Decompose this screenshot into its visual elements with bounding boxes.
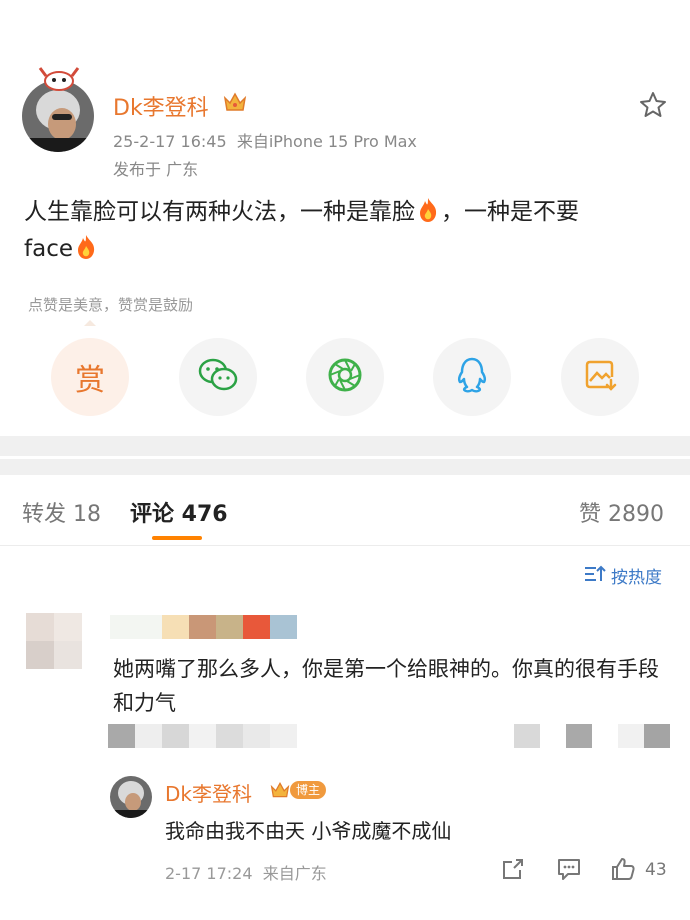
reward-button[interactable]: 赏	[51, 338, 129, 416]
post-meta: 25-2-17 16:45 来自iPhone 15 Pro Max	[113, 128, 417, 152]
sort-icon[interactable]	[584, 565, 606, 583]
commenter-avatar-blurred[interactable]	[26, 613, 82, 669]
post-text: 人生靠脸可以有两种火法，一种是靠脸 ，一种是不要 face	[24, 194, 664, 268]
post-source: 来自iPhone 15 Pro Max	[236, 132, 417, 151]
comment-meta-blurred	[108, 724, 297, 748]
reward-button-label: 赏	[75, 363, 105, 398]
tab-likes[interactable]: 赞 2890	[579, 496, 664, 528]
tab-forward[interactable]: 转发 18	[22, 496, 101, 528]
comment-actions-blurred	[514, 724, 670, 748]
crown-icon	[269, 780, 291, 800]
fire-emoji-icon	[75, 234, 97, 260]
post-text-part3: face	[24, 236, 73, 262]
reply-source: 来自广东	[262, 864, 327, 883]
thumbs-up-icon[interactable]	[610, 856, 636, 882]
share-reply-icon[interactable]	[500, 856, 526, 882]
fire-emoji-icon	[417, 197, 439, 223]
tabs-divider	[0, 545, 690, 546]
reply-meta: 2-17 17:24 来自广东	[165, 860, 327, 884]
section-separator	[0, 436, 690, 456]
reply-text: 我命由我不由天 小爷成魔不成仙	[165, 819, 452, 843]
hint-pointer	[84, 320, 96, 326]
moments-icon	[326, 356, 364, 398]
qq-icon	[455, 356, 489, 398]
post-timestamp: 25-2-17 16:45	[113, 132, 227, 151]
avatar-frame-decoration	[38, 66, 80, 92]
post-text-part2: ，一种是不要	[441, 199, 579, 225]
reply-author-avatar[interactable]	[110, 776, 152, 818]
blogger-badge: 博主	[290, 781, 327, 799]
commenter-name-blurred[interactable]	[110, 615, 297, 639]
save-image-icon	[582, 357, 618, 397]
sort-by-hot-button[interactable]: 按热度	[611, 563, 662, 588]
wechat-icon	[198, 358, 238, 396]
reply-timestamp: 2-17 17:24	[165, 864, 253, 883]
comment-reply-icon[interactable]	[556, 856, 582, 882]
share-moments-button[interactable]	[306, 338, 384, 416]
active-tab-indicator	[152, 536, 202, 540]
save-image-button[interactable]	[561, 338, 639, 416]
share-qq-button[interactable]	[433, 338, 511, 416]
comment-text: 她两嘴了那么多人，你是第一个给眼神的。你真的很有手段和力气	[113, 657, 659, 715]
post-location: 发布于 广东	[113, 160, 199, 179]
reply-like-count: 43	[645, 860, 667, 880]
tab-comments[interactable]: 评论 476	[130, 496, 228, 528]
reward-hint: 点赞是美意，赞赏是鼓励	[28, 296, 194, 314]
post-author-name[interactable]: Dk李登科	[113, 90, 209, 122]
crown-icon	[222, 90, 248, 114]
share-wechat-button[interactable]	[179, 338, 257, 416]
reply-author-name[interactable]: Dk李登科	[165, 778, 252, 807]
star-icon[interactable]	[638, 90, 668, 120]
section-separator	[0, 459, 690, 475]
post-text-part1: 人生靠脸可以有两种火法，一种是靠脸	[24, 199, 415, 225]
